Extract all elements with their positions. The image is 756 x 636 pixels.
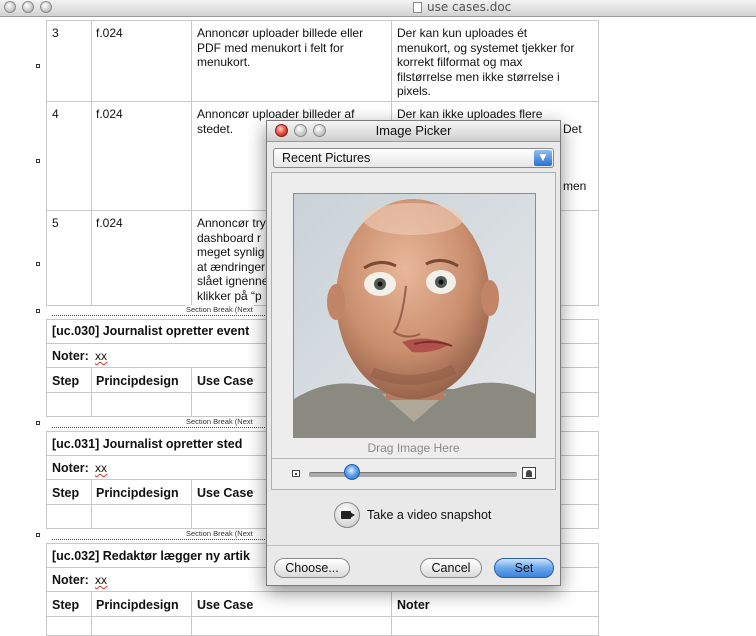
- row-use-case-line: menukort.: [197, 55, 251, 69]
- recent-pictures-popup[interactable]: Recent Pictures ▼: [273, 148, 554, 168]
- row-use-case-line: dashboard r: [197, 230, 262, 245]
- dialog-title: Image Picker: [375, 123, 452, 138]
- row-use-case-line: klikker på “p: [197, 288, 262, 303]
- table-cell-empty[interactable]: [46, 616, 92, 636]
- header-principdesign: Principdesign: [96, 486, 179, 500]
- table-cell-empty[interactable]: [91, 504, 192, 529]
- image-well[interactable]: Drag Image Here: [271, 172, 556, 490]
- cancel-button[interactable]: Cancel: [420, 558, 482, 578]
- row-use-case-line: stedet.: [197, 121, 234, 136]
- document-icon: [413, 2, 422, 13]
- row-step: 3: [52, 26, 59, 40]
- divider: [267, 545, 560, 546]
- table-cell-empty[interactable]: [391, 616, 599, 636]
- noter-value: xx: [95, 573, 107, 587]
- zoom-window-button[interactable]: [40, 1, 52, 13]
- section-break: Section Break (Next: [52, 305, 267, 316]
- minimize-window-button[interactable]: [22, 1, 34, 13]
- section-break: Section Break (Next: [52, 529, 267, 540]
- row-noter-line: menukort, og systemet tjekker for: [397, 40, 575, 55]
- set-button[interactable]: Set: [494, 558, 554, 578]
- image-picker-dialog[interactable]: Image Picker Recent Pictures ▼ Drag Imag…: [266, 120, 561, 586]
- row-noter-line: korrekt filformat og max: [397, 55, 523, 69]
- video-snapshot-button[interactable]: [334, 502, 360, 528]
- header-step: Step: [52, 598, 80, 612]
- zoom-slider-knob[interactable]: [343, 464, 360, 480]
- table-cell-empty[interactable]: [91, 392, 192, 417]
- paragraph-mark: [36, 262, 40, 266]
- section-break-label: Section Break (Next: [185, 305, 254, 314]
- table-cell-empty[interactable]: [91, 616, 192, 636]
- paragraph-mark: [36, 421, 40, 425]
- close-window-button[interactable]: [4, 1, 16, 13]
- header-use-case: Use Case: [197, 598, 254, 612]
- paragraph-mark: [36, 533, 40, 537]
- noter-label: Noter:: [52, 349, 89, 363]
- header-noter: Noter: [397, 598, 430, 612]
- portrait-photo: [294, 194, 535, 437]
- choose-button[interactable]: Choose...: [274, 558, 350, 578]
- row-step: 5: [52, 216, 59, 230]
- row-noter-line: filstørrelse men ikke størrelse i: [397, 69, 560, 84]
- row-noter-line: Der kan kun uploades ét: [397, 26, 528, 40]
- document-title-bar: use cases.doc: [0, 0, 756, 17]
- row-principdesign: f.024: [96, 107, 123, 121]
- header-principdesign: Principdesign: [96, 598, 179, 612]
- row-use-case-line: Annoncør uploader billede eller: [197, 26, 364, 40]
- window-title: use cases.doc: [427, 0, 512, 14]
- row-use-case-line: PDF med menukort i felt for: [197, 40, 344, 55]
- row-use-case-line: at ændringer: [197, 259, 266, 274]
- row-noter-line: Det: [563, 121, 582, 136]
- table-cell-empty[interactable]: [46, 504, 92, 529]
- row-use-case-line: slået ignenne: [197, 274, 269, 288]
- video-snapshot-label[interactable]: Take a video snapshot: [367, 508, 491, 522]
- table-cell-empty[interactable]: [46, 392, 92, 417]
- paragraph-mark: [36, 64, 40, 68]
- use-case-title: [uc.030] Journalist opretter event: [52, 324, 250, 338]
- noter-label: Noter:: [52, 573, 89, 587]
- popup-selected-value: Recent Pictures: [282, 151, 371, 165]
- noter-value: xx: [95, 349, 107, 363]
- drag-image-label: Drag Image Here: [367, 441, 460, 455]
- chevron-down-icon[interactable]: ▼: [534, 150, 552, 166]
- header-use-case: Use Case: [197, 486, 254, 500]
- row-principdesign: f.024: [96, 26, 123, 40]
- dialog-title-bar[interactable]: Image Picker: [267, 121, 560, 142]
- use-case-title: [uc.032] Redaktør lægger ny artik: [52, 549, 250, 563]
- row-principdesign: f.024: [96, 216, 123, 230]
- row-noter-line: men: [563, 179, 587, 193]
- noter-value: xx: [95, 461, 107, 475]
- video-camera-lens-icon: [350, 512, 355, 518]
- header-step: Step: [52, 486, 80, 500]
- use-case-title: [uc.031] Journalist opretter sted: [52, 437, 243, 451]
- row-noter-line: pixels.: [397, 84, 432, 98]
- large-image-icon: [522, 467, 536, 479]
- section-break-label: Section Break (Next: [185, 417, 254, 426]
- header-step: Step: [52, 374, 80, 388]
- paragraph-mark: [36, 159, 40, 163]
- divider: [272, 458, 555, 459]
- row-use-case-line: Annoncør try: [197, 216, 266, 230]
- section-break: Section Break (Next: [52, 417, 267, 428]
- small-image-icon: [292, 470, 300, 477]
- row-step: 4: [52, 107, 59, 121]
- zoom-slider[interactable]: [309, 472, 517, 477]
- noter-label: Noter:: [52, 461, 89, 475]
- header-principdesign: Principdesign: [96, 374, 179, 388]
- picture-drop-area[interactable]: [293, 193, 536, 438]
- header-use-case: Use Case: [197, 374, 254, 388]
- paragraph-mark: [36, 309, 40, 313]
- section-break-label: Section Break (Next: [185, 529, 254, 538]
- row-use-case-line: meget synlig: [197, 245, 265, 259]
- table-cell-empty[interactable]: [191, 616, 392, 636]
